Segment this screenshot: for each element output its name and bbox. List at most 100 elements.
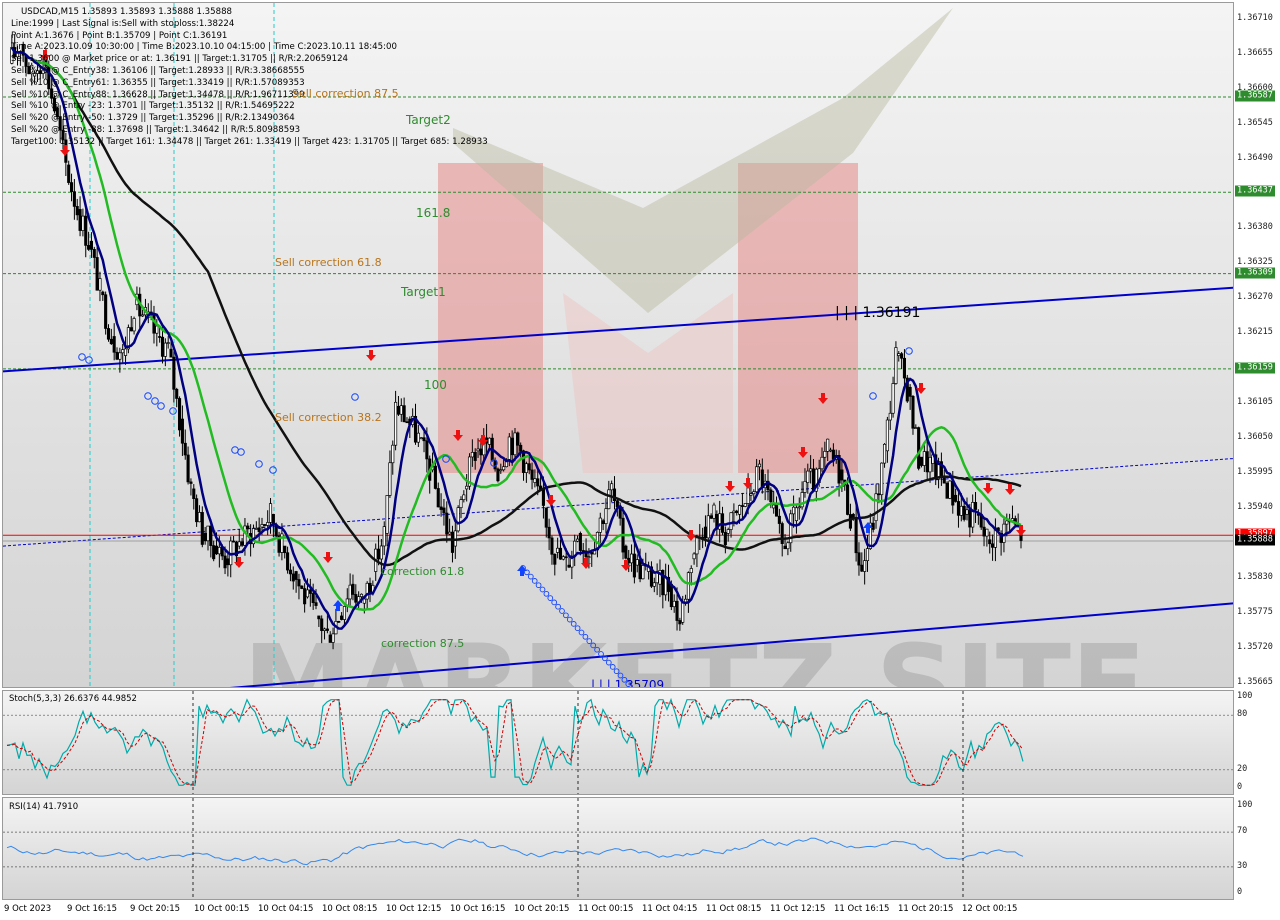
candle-body [578, 533, 582, 551]
candle-body [985, 528, 989, 537]
candle-body [75, 206, 79, 216]
candle [630, 544, 634, 572]
candle-body [638, 559, 642, 580]
candle-body [337, 620, 341, 623]
candle [340, 612, 344, 621]
rsi-panel[interactable]: RSI(14) 41.7910 [2, 797, 1234, 900]
candle [98, 271, 102, 302]
candle [87, 231, 91, 251]
candle-body [982, 526, 986, 537]
info-line: Line:1999 | Last Signal is:Sell with sto… [11, 18, 235, 29]
candle [573, 534, 577, 567]
candle-body [305, 589, 310, 598]
sell-correction-875-label: Sell correction 87.5 [292, 87, 399, 100]
candle-body [132, 318, 136, 332]
candle [124, 336, 128, 365]
stoch-axis-label: 0 [1237, 782, 1243, 792]
candle-body [752, 491, 756, 495]
price-chart-panel[interactable]: MARKETZ SITE USDCAD,M15 1.35893 1.35893 … [2, 2, 1234, 688]
candle-body [792, 506, 796, 515]
candle [166, 336, 170, 349]
candle-body [919, 456, 924, 466]
candle-body [92, 249, 96, 258]
signal-circle-icon [169, 407, 177, 415]
candle [914, 424, 918, 430]
candle [720, 506, 725, 536]
candle [584, 538, 588, 562]
candle [715, 510, 719, 536]
candle-body [470, 452, 474, 458]
candle-body [158, 336, 162, 338]
candle-body [155, 325, 159, 334]
stochastic-panel[interactable]: Stoch(5,3,3) 26.6376 44.9852 [2, 690, 1234, 795]
candle [382, 521, 386, 556]
candle-body [777, 515, 781, 524]
candle-body [900, 353, 904, 359]
candle-body [738, 505, 742, 515]
candle [263, 523, 267, 527]
candle-body [820, 456, 824, 470]
candle-body [439, 506, 443, 510]
candle-body [883, 443, 887, 464]
price-axis-label: 1.36325 [1237, 257, 1273, 268]
price-axis[interactable]: 1.367101.366551.366001.365451.364901.364… [1234, 2, 1280, 688]
candle [286, 546, 290, 574]
candle-body [197, 512, 202, 523]
candle [141, 309, 145, 317]
candle [590, 551, 594, 567]
sell-arrow-icon [1005, 484, 1015, 495]
candle-body [894, 347, 898, 384]
candle [686, 571, 690, 613]
candle-body [840, 469, 844, 481]
chart-info-block: USDCAD,M15 1.35893 1.35893 1.35888 1.358… [11, 7, 488, 149]
candle-body [399, 405, 403, 415]
candle [982, 518, 986, 547]
candle-body [516, 432, 520, 446]
candle-body [493, 459, 497, 470]
candle-body [379, 545, 383, 560]
candle-body [755, 466, 759, 493]
candle-body [681, 602, 685, 623]
candle [419, 437, 423, 440]
candle-body [692, 553, 696, 560]
zigzag-dot-icon [563, 612, 569, 619]
time-axis: 9 Oct 2023 9 Oct 16:15 9 Oct 20:15 10 Oct 0… [0, 900, 1280, 920]
candle-body [917, 427, 921, 469]
candle [396, 395, 400, 416]
candle-body [286, 552, 290, 571]
candle [911, 395, 915, 435]
candle-body [104, 294, 108, 329]
candle-body [780, 523, 784, 544]
candle-body [118, 352, 122, 360]
candle [186, 446, 190, 485]
candle-body [129, 327, 133, 332]
candle-body [991, 543, 995, 548]
candle-body [340, 615, 344, 620]
candle [848, 503, 852, 531]
candle [973, 491, 978, 524]
candle-body [72, 191, 76, 207]
candle-body [183, 442, 187, 456]
time-axis-label: 10 Oct 00:15 [194, 904, 250, 914]
signal-circle-icon [351, 393, 359, 401]
info-line: Sell 1.3600 @ Market price or at: 1.3619… [11, 54, 349, 65]
candle-body [109, 338, 113, 345]
candle-body [87, 245, 91, 250]
candle [206, 525, 210, 551]
candle [456, 505, 460, 533]
candle-body [880, 462, 884, 496]
candle-body [257, 528, 261, 532]
candle [652, 577, 656, 593]
candle-body [871, 522, 875, 530]
candle [445, 501, 449, 543]
candle [723, 526, 727, 554]
candle-body [448, 531, 452, 535]
price-axis-label: 1.35940 [1237, 501, 1273, 512]
candle-body [422, 437, 426, 442]
candle [294, 570, 298, 593]
stochastic-axis: 100 80 20 0 [1234, 690, 1280, 795]
time-axis-label: 11 Oct 00:15 [578, 904, 634, 914]
candle-body [735, 510, 739, 513]
candle [152, 305, 156, 344]
candle-body [69, 182, 74, 193]
